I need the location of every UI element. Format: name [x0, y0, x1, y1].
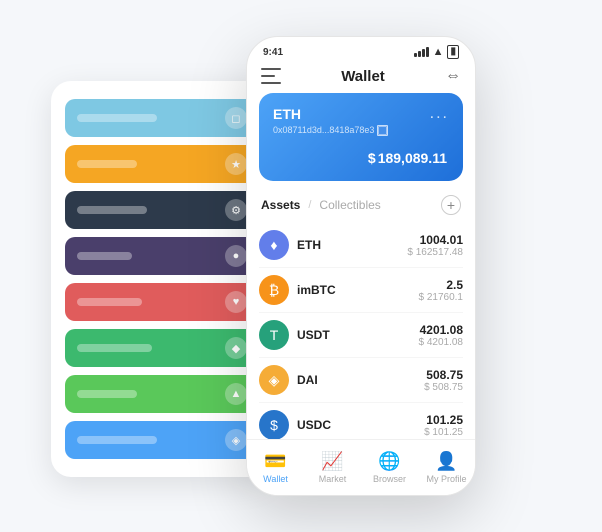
- card-icon-3: ●: [225, 245, 247, 267]
- tab-assets[interactable]: Assets: [261, 198, 300, 212]
- assets-tabs: Assets / Collectibles: [261, 198, 381, 212]
- asset-amounts-dai: 508.75$ 508.75: [424, 368, 463, 393]
- asset-amount-main: 4201.08: [419, 323, 464, 337]
- nav-item-market[interactable]: 📈 Market: [304, 451, 361, 484]
- card-icon-4: ♥: [225, 291, 247, 313]
- nav-label-market: Market: [319, 474, 347, 484]
- asset-amounts-usdt: 4201.08$ 4201.08: [419, 323, 464, 348]
- asset-amount-usd: $ 4201.08: [419, 337, 464, 348]
- status-bar: 9:41 ▲ ▮: [247, 37, 475, 63]
- asset-icon-usdt: T: [259, 320, 289, 350]
- battery-icon: ▮: [447, 45, 459, 59]
- tab-collectibles[interactable]: Collectibles: [319, 198, 380, 212]
- eth-card-name: ETH: [273, 106, 301, 122]
- asset-amount-main: 101.25: [424, 413, 463, 427]
- card-item-5[interactable]: ◆: [65, 329, 257, 367]
- asset-icon-eth: ♦: [259, 230, 289, 260]
- eth-card-balance: $189,089.11: [273, 143, 449, 169]
- status-icons: ▲ ▮: [414, 45, 459, 59]
- wifi-icon: ▲: [433, 46, 444, 58]
- asset-icon-imbtc: ₿: [259, 275, 289, 305]
- menu-icon[interactable]: [261, 68, 281, 84]
- asset-amount-main: 1004.01: [407, 233, 463, 247]
- scene: ◻★⚙●♥◆▲◈ 9:41 ▲ ▮ Wal: [21, 21, 581, 511]
- phone-frame: 9:41 ▲ ▮ Wallet ⇔: [246, 36, 476, 496]
- card-item-6[interactable]: ▲: [65, 375, 257, 413]
- eth-card-header: ETH ...: [273, 105, 449, 123]
- eth-card: ETH ... 0x08711d3d...8418a78e3 $189,089.…: [259, 93, 463, 181]
- nav-label-browser: Browser: [373, 474, 406, 484]
- asset-name-imbtc: imBTC: [297, 283, 419, 297]
- signal-icon: [414, 47, 429, 57]
- card-icon-1: ★: [225, 153, 247, 175]
- asset-icon-usdc: $: [259, 410, 289, 440]
- asset-row-dai[interactable]: ◈ DAI508.75$ 508.75: [259, 358, 463, 403]
- nav-icon-market: 📈: [321, 451, 343, 472]
- eth-card-address: 0x08711d3d...8418a78e3: [273, 125, 449, 135]
- asset-amounts-usdc: 101.25$ 101.25: [424, 413, 463, 438]
- asset-row-eth[interactable]: ♦ ETH1004.01$ 162517.48: [259, 223, 463, 268]
- card-item-4[interactable]: ♥: [65, 283, 257, 321]
- asset-name-eth: ETH: [297, 238, 407, 252]
- nav-icon-browser: 🌐: [378, 451, 400, 472]
- asset-amount-usd: $ 21760.1: [419, 292, 464, 303]
- card-stack: ◻ ★ ⚙ ● ♥ ◆ ▲ ◈: [51, 81, 271, 477]
- card-icon-0: ◻: [225, 107, 247, 129]
- nav-icon-wallet: 💳: [264, 451, 286, 472]
- asset-name-usdt: USDT: [297, 328, 419, 342]
- asset-amounts-imbtc: 2.5$ 21760.1: [419, 278, 464, 303]
- asset-amounts-eth: 1004.01$ 162517.48: [407, 233, 463, 258]
- asset-amount-usd: $ 101.25: [424, 427, 463, 438]
- add-asset-button[interactable]: +: [441, 195, 461, 215]
- nav-label-profile: My Profile: [426, 474, 466, 484]
- card-item-0[interactable]: ◻: [65, 99, 257, 137]
- asset-amount-usd: $ 508.75: [424, 382, 463, 393]
- card-icon-2: ⚙: [225, 199, 247, 221]
- asset-name-dai: DAI: [297, 373, 424, 387]
- nav-icon-profile: 👤: [435, 451, 457, 472]
- assets-header: Assets / Collectibles +: [247, 191, 475, 223]
- asset-icon-dai: ◈: [259, 365, 289, 395]
- card-item-1[interactable]: ★: [65, 145, 257, 183]
- card-item-3[interactable]: ●: [65, 237, 257, 275]
- asset-amount-usd: $ 162517.48: [407, 247, 463, 258]
- scan-icon[interactable]: ⇔: [445, 67, 461, 85]
- nav-label-wallet: Wallet: [263, 474, 288, 484]
- card-item-7[interactable]: ◈: [65, 421, 257, 459]
- wallet-title: Wallet: [341, 68, 385, 85]
- tab-separator: /: [308, 199, 311, 211]
- asset-row-imbtc[interactable]: ₿ imBTC2.5$ 21760.1: [259, 268, 463, 313]
- card-icon-5: ◆: [225, 337, 247, 359]
- asset-amount-main: 508.75: [424, 368, 463, 382]
- nav-item-browser[interactable]: 🌐 Browser: [361, 451, 418, 484]
- asset-name-usdc: USDC: [297, 418, 424, 432]
- asset-amount-main: 2.5: [419, 278, 464, 292]
- card-item-2[interactable]: ⚙: [65, 191, 257, 229]
- nav-item-wallet[interactable]: 💳 Wallet: [247, 451, 304, 484]
- copy-icon[interactable]: [378, 126, 387, 135]
- nav-item-profile[interactable]: 👤 My Profile: [418, 451, 475, 484]
- phone-header: Wallet ⇔: [247, 63, 475, 93]
- card-icon-6: ▲: [225, 383, 247, 405]
- asset-row-usdt[interactable]: T USDT4201.08$ 4201.08: [259, 313, 463, 358]
- eth-card-menu[interactable]: ...: [430, 105, 449, 123]
- bottom-nav: 💳 Wallet 📈 Market 🌐 Browser 👤 My Profile: [247, 439, 475, 495]
- status-time: 9:41: [263, 47, 283, 58]
- card-icon-7: ◈: [225, 429, 247, 451]
